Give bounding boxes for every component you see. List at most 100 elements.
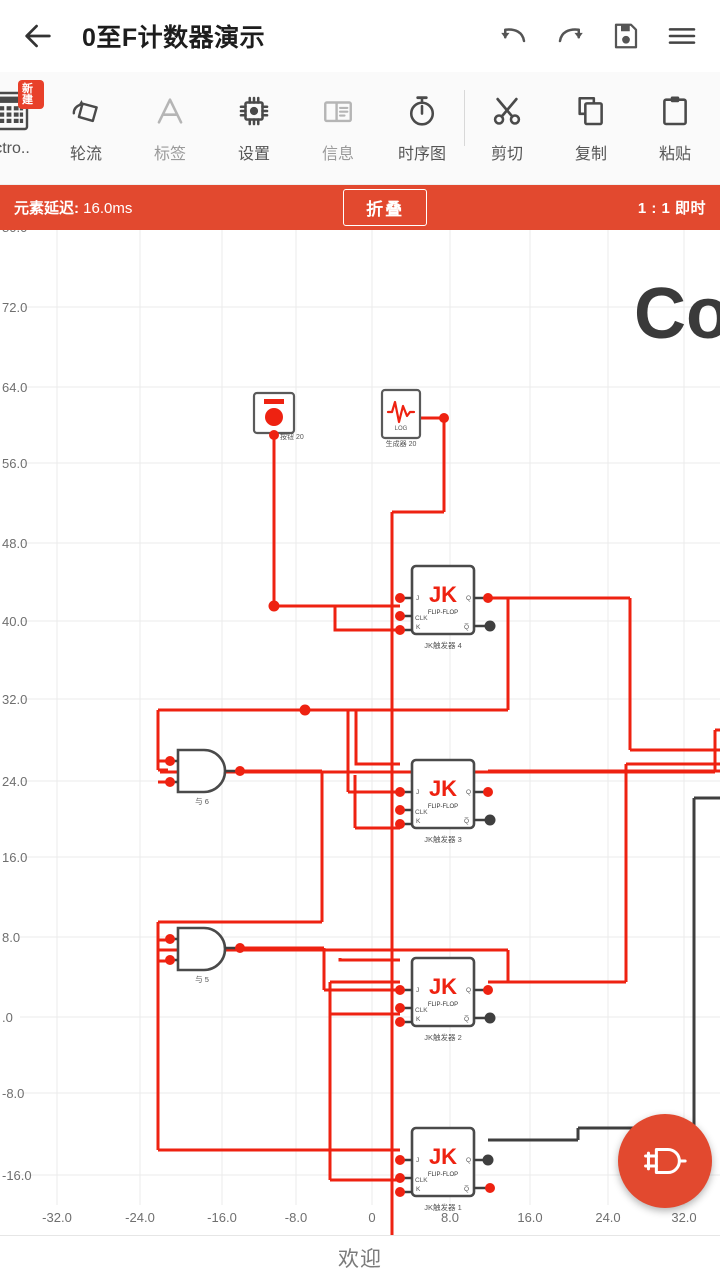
jk1-pin-j: J [416,1157,419,1164]
svg-text:-24.0: -24.0 [125,1210,155,1225]
simulation-status-bar: 元素延迟: 16.0ms 折叠 1 : 1 即时 [0,185,720,230]
jk3-pin-clk: CLK [415,809,428,816]
tool-badge-new: 新建 [18,80,44,109]
component-label-jk3: JK触发器 3 [424,834,462,844]
element-delay-label: 元素延迟: [14,200,79,217]
svg-text:8.0: 8.0 [441,1210,459,1225]
jk1-inner-top: JK [429,1144,457,1169]
bottom-bar: 欢迎 [0,1235,720,1280]
stopwatch-icon [405,88,439,134]
component-jk-flipflop-4[interactable]: JK FLIP-FLOP J CLK K Q Q̅ JK触发器 4 [395,564,496,650]
save-disk-icon [614,23,638,49]
scissors-icon [490,88,524,134]
component-and-gate-6[interactable]: 与 6 [165,748,245,806]
appbar-actions [486,8,720,64]
logic-gate-icon [644,1147,687,1175]
jk4-pin-k: K [416,624,421,631]
tool-timing-diagram[interactable]: 时序图 [380,72,464,184]
jk3-pin-j: J [416,789,419,796]
svg-text:24.0: 24.0 [595,1210,620,1225]
component-label-and5: 与 5 [195,975,209,984]
signal-generator-inner-label: LOG [395,426,408,432]
tool-label-label: 标签 [153,146,186,163]
clipboard-paste-icon [658,88,692,134]
jk4-pin-q: Q [466,595,471,602]
grid-lines [20,230,720,1205]
rotate-icon [69,88,103,134]
jk2-pin-k: K [416,1016,421,1023]
jk3-pin-qbar: Q̅ [464,817,469,825]
component-and-gate-5[interactable]: 与 5 [165,926,245,984]
jk2-pin-clk: CLK [415,1007,428,1014]
jk4-pin-qbar: Q̅ [464,623,469,631]
app-bar: 0至F计数器演示 [0,0,720,72]
jk1-pin-q: Q [466,1157,471,1164]
svg-text:32.0: 32.0 [2,692,27,707]
y-axis-labels: 80.0 72.0 64.0 56.0 48.0 40.0 32.0 24.0 … [2,230,32,1183]
jk1-pin-k: K [416,1186,421,1193]
svg-text:16.0: 16.0 [2,850,27,865]
menu-button[interactable] [654,8,710,64]
jk2-pin-j: J [416,987,419,994]
jk4-inner-top: JK [429,582,457,607]
svg-text:56.0: 56.0 [2,456,27,471]
component-jk-flipflop-1[interactable]: JK FLIP-FLOP J CLK K Q Q̅ JK触发器 1 [395,1126,495,1212]
copy-icon [574,88,608,134]
svg-text:8.0: 8.0 [2,930,20,945]
jk1-pin-qbar: Q̅ [464,1185,469,1193]
component-label-jk4: JK触发器 4 [424,640,462,650]
tool-label-settings: 设置 [237,146,270,163]
svg-text:48.0: 48.0 [2,536,27,551]
undo-button[interactable] [486,8,542,64]
svg-text:0: 0 [368,1210,375,1225]
save-button[interactable] [598,8,654,64]
collapse-button[interactable]: 折叠 [343,189,428,226]
chip-settings-icon [237,88,271,134]
redo-icon [558,28,583,43]
hamburger-menu-icon [668,28,696,44]
svg-text:64.0: 64.0 [2,380,27,395]
tool-rotate[interactable]: 轮流 [44,72,128,184]
page-title: 0至F计数器演示 [82,24,266,52]
jk1-pin-clk: CLK [415,1177,428,1184]
jk4-pin-clk: CLK [415,615,428,622]
bottom-bar-label: 欢迎 [338,1248,382,1271]
tool-label[interactable]: 标签 [128,72,212,184]
tool-settings[interactable]: 设置 [212,72,296,184]
element-delay-value: 16.0ms [83,200,133,217]
canvas-watermark: Co [634,274,720,354]
tool-paste[interactable]: 粘贴 [633,72,717,184]
tool-cut[interactable]: 剪切 [465,72,549,184]
wires-inactive[interactable] [488,796,720,1142]
circuit-svg: Co 80.0 72.0 64.0 56.0 48.0 40.0 32.0 24… [2,230,720,1235]
svg-text:32.0: 32.0 [671,1210,696,1225]
jk3-inner-sub: FLIP-FLOP [428,804,458,810]
tool-label-rotate: 轮流 [69,146,102,163]
tool-info[interactable]: 信息 [296,72,380,184]
svg-text:16.0: 16.0 [517,1210,542,1225]
jk2-pin-qbar: Q̅ [464,1015,469,1023]
circuit-canvas[interactable]: Co 80.0 72.0 64.0 56.0 48.0 40.0 32.0 24… [0,230,720,1235]
jk3-inner-top: JK [429,776,457,801]
component-label-button: 按钮 20 [280,432,304,441]
tool-label-paste: 粘贴 [658,146,691,163]
jk3-pin-k: K [416,818,421,825]
svg-text:-8.0: -8.0 [285,1210,307,1225]
add-component-fab[interactable] [618,1114,712,1208]
tool-label-copy: 复制 [574,146,607,163]
jk2-inner-sub: FLIP-FLOP [428,1002,458,1008]
component-label-and6: 与 6 [195,797,209,806]
component-jk-flipflop-2[interactable]: JK FLIP-FLOP J CLK K Q Q̅ JK触发器 2 [395,956,496,1042]
tool-label-cut: 剪切 [490,146,523,163]
redo-button[interactable] [542,8,598,64]
info-panel-icon [321,88,355,134]
undo-icon [501,28,526,43]
tool-electro[interactable]: 新建 ctro.. [0,72,44,184]
svg-text:-16.0: -16.0 [207,1210,237,1225]
jk3-pin-q: Q [466,789,471,796]
arrow-left-icon [25,24,51,48]
element-delay-readout: 元素延迟: 16.0ms [14,197,132,218]
back-button[interactable] [6,4,70,68]
tool-copy[interactable]: 复制 [549,72,633,184]
svg-text:.0: .0 [2,1010,13,1025]
